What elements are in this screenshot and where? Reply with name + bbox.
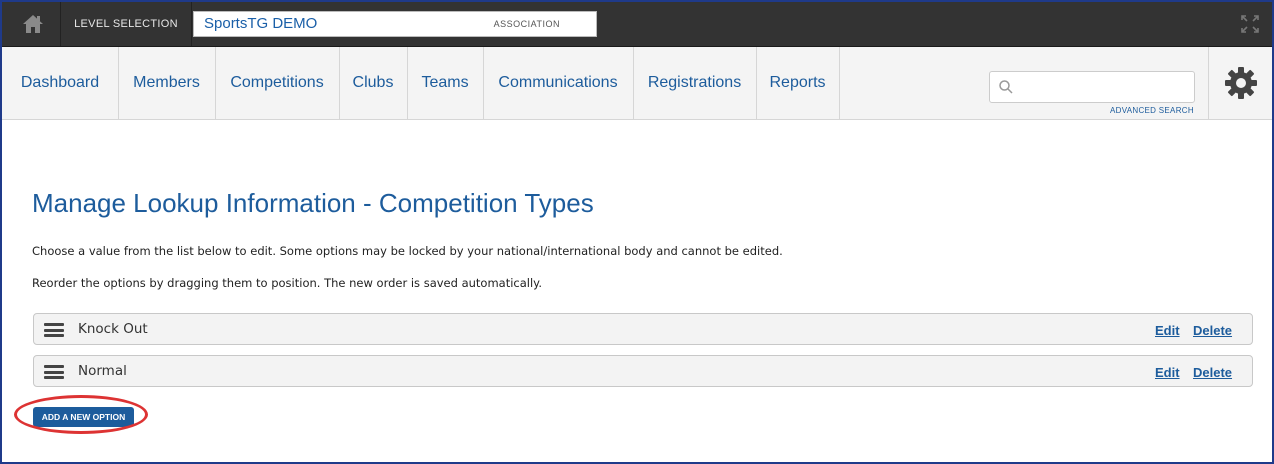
home-button[interactable]: [12, 2, 54, 46]
search-icon: [999, 80, 1013, 94]
organisation-name: SportsTG DEMO: [204, 15, 318, 32]
nav-members[interactable]: Members: [118, 47, 216, 119]
edit-link[interactable]: Edit: [1155, 365, 1180, 380]
search-input[interactable]: [989, 71, 1195, 103]
home-icon: [23, 15, 43, 33]
page-title: Manage Lookup Information - Competition …: [32, 188, 594, 218]
main-nav: Dashboard Members Competitions Clubs Tea…: [2, 47, 1272, 120]
advanced-search-link[interactable]: ADVANCED SEARCH: [1110, 106, 1194, 115]
option-row[interactable]: Knock Out Edit Delete: [33, 313, 1253, 345]
option-label: Normal: [78, 363, 127, 379]
option-label: Knock Out: [78, 321, 148, 337]
delete-link[interactable]: Delete: [1193, 365, 1232, 380]
level-selection-button[interactable]: LEVEL SELECTION: [60, 2, 192, 46]
nav-competitions[interactable]: Competitions: [215, 47, 340, 119]
reorder-hint: Reorder the options by dragging them to …: [32, 276, 542, 290]
instruction-text: Choose a value from the list below to ed…: [32, 244, 783, 258]
add-new-option-button[interactable]: ADD A NEW OPTION: [33, 407, 134, 427]
nav-teams[interactable]: Teams: [407, 47, 484, 119]
organisation-selector[interactable]: SportsTG DEMO ASSOCIATION: [193, 11, 597, 37]
settings-button[interactable]: [1208, 47, 1272, 119]
edit-link[interactable]: Edit: [1155, 323, 1180, 338]
expand-icon: [1241, 15, 1259, 33]
nav-dashboard[interactable]: Dashboard: [2, 47, 119, 119]
drag-handle-icon[interactable]: [44, 365, 64, 379]
app-frame: LEVEL SELECTION SportsTG DEMO ASSOCIATIO…: [0, 0, 1274, 464]
top-bar: LEVEL SELECTION SportsTG DEMO ASSOCIATIO…: [2, 2, 1272, 47]
gear-icon: [1225, 67, 1257, 99]
drag-handle-icon[interactable]: [44, 323, 64, 337]
nav-clubs[interactable]: Clubs: [339, 47, 408, 119]
option-row[interactable]: Normal Edit Delete: [33, 355, 1253, 387]
delete-link[interactable]: Delete: [1193, 323, 1232, 338]
expand-button[interactable]: [1240, 14, 1260, 34]
nav-reports[interactable]: Reports: [756, 47, 840, 119]
nav-communications[interactable]: Communications: [483, 47, 634, 119]
organisation-level: ASSOCIATION: [493, 19, 560, 29]
nav-registrations[interactable]: Registrations: [633, 47, 757, 119]
